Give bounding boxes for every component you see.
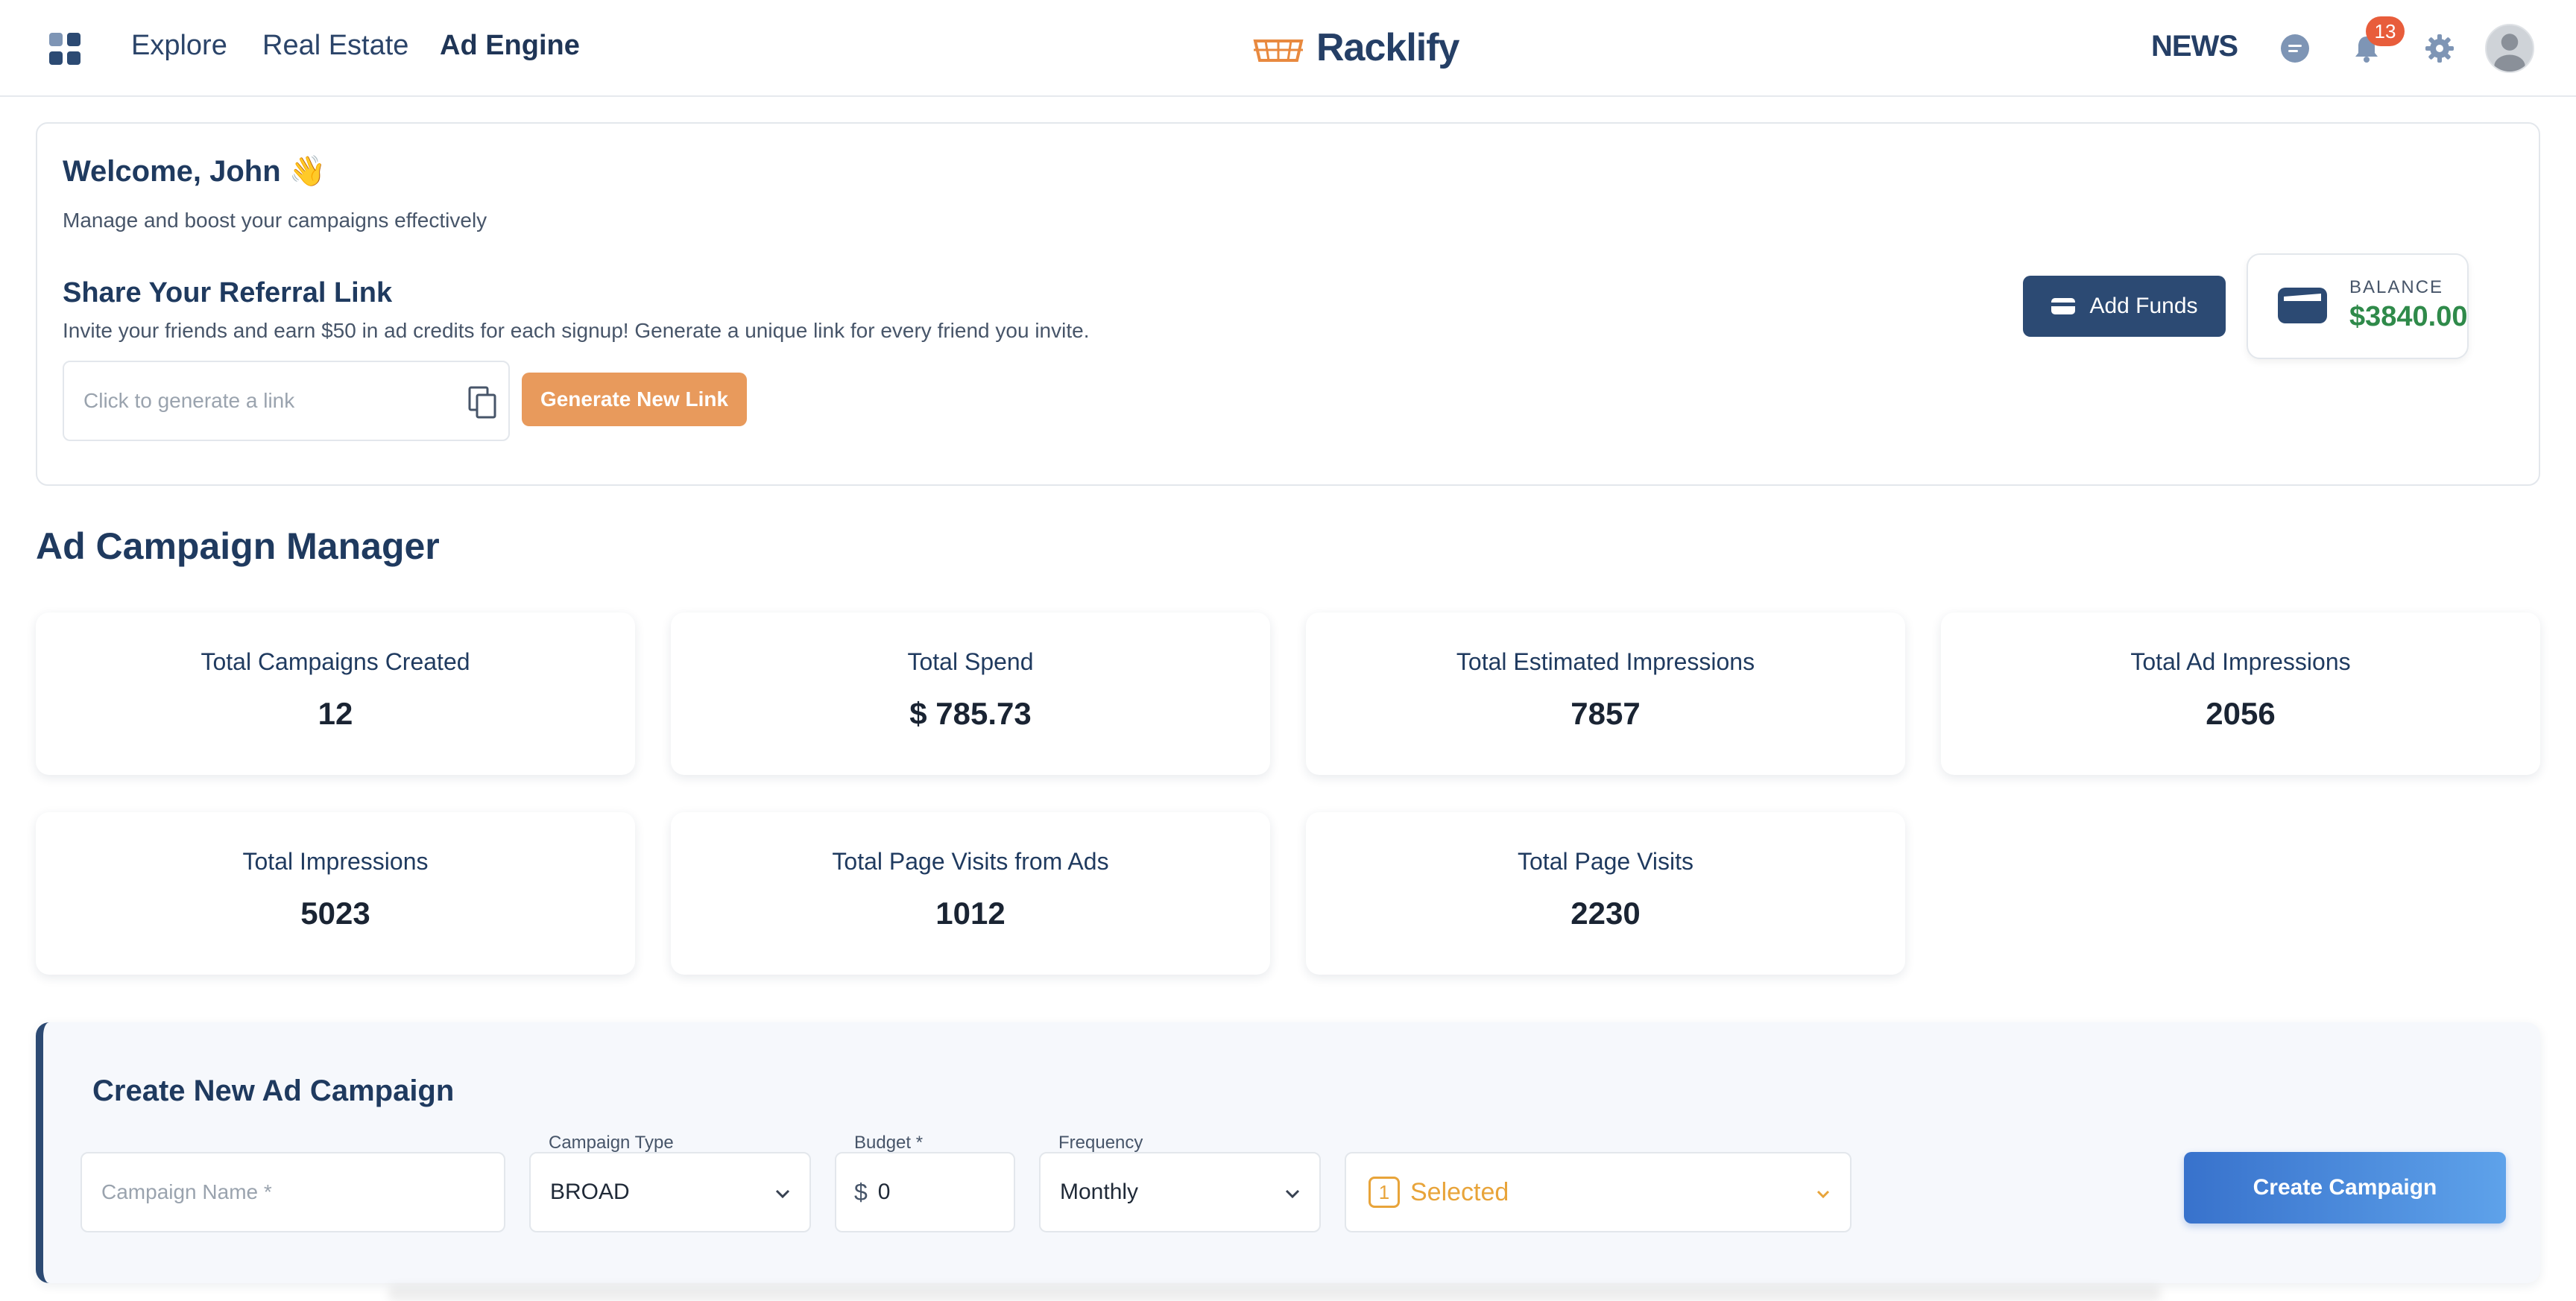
stat-card: Total Spend $ 785.73 <box>671 612 1270 775</box>
welcome-title: Welcome, John 👋 <box>63 155 326 188</box>
chevron-down-icon <box>1816 1190 1830 1199</box>
add-funds-label: Add Funds <box>2089 294 2198 318</box>
copy-icon[interactable] <box>467 384 499 420</box>
campaign-type-select[interactable]: Campaign Type BROAD <box>529 1133 811 1232</box>
stat-label: Total Campaigns Created <box>201 648 470 675</box>
apps-grid-icon[interactable] <box>49 33 80 66</box>
frequency-value: Monthly <box>1060 1180 1139 1204</box>
nav-link-real-estate[interactable]: Real Estate <box>262 30 408 62</box>
stat-label: Total Impressions <box>242 848 429 875</box>
wallet-icon <box>2051 298 2076 314</box>
chat-icon[interactable] <box>2279 33 2311 64</box>
nav-link-explore[interactable]: Explore <box>131 30 227 62</box>
balance-label: BALANCE <box>2349 277 2444 297</box>
campaign-type-value: BROAD <box>550 1180 630 1204</box>
stat-card: Total Estimated Impressions 7857 <box>1306 612 1905 775</box>
budget-input[interactable]: Budget * $ 0 <box>835 1133 1015 1232</box>
create-campaign-title: Create New Ad Campaign <box>92 1074 455 1107</box>
brand-name: Racklify <box>1316 26 1459 69</box>
campaign-name-placeholder: Campaign Name * <box>101 1180 272 1203</box>
selected-count-badge: 1 <box>1368 1177 1400 1208</box>
referral-link-input[interactable]: Click to generate a link <box>63 361 510 441</box>
chevron-down-icon <box>775 1189 790 1199</box>
dollar-icon: $ <box>854 1178 868 1206</box>
chevron-down-icon <box>1285 1189 1300 1199</box>
stat-value: 12 <box>318 696 353 731</box>
notification-badge: 13 <box>2366 16 2405 46</box>
stat-label: Total Page Visits from Ads <box>832 848 1109 875</box>
balance-value: $3840.00 <box>2349 301 2468 332</box>
frequency-label: Frequency <box>1058 1133 1143 1153</box>
stat-value: 7857 <box>1570 696 1641 731</box>
referral-title: Share Your Referral Link <box>63 277 393 308</box>
stat-card: Total Ad Impressions 2056 <box>1941 612 2540 775</box>
stat-value: $ 785.73 <box>909 696 1032 731</box>
stat-value: 5023 <box>300 896 370 931</box>
bottom-shadow <box>388 1286 2162 1301</box>
stat-card: Total Campaigns Created 12 <box>36 612 635 775</box>
stat-label: Total Spend <box>907 648 1034 675</box>
referral-link-placeholder: Click to generate a link <box>83 389 295 412</box>
create-campaign-card: Create New Ad Campaign Campaign Name * C… <box>36 1022 2540 1283</box>
stat-value: 2230 <box>1570 896 1641 931</box>
brand-logo[interactable]: Racklify <box>1252 25 1459 70</box>
balance-card: BALANCE $3840.00 <box>2247 253 2469 359</box>
budget-value: 0 <box>877 1180 891 1204</box>
section-title: Ad Campaign Manager <box>36 525 440 567</box>
frequency-select[interactable]: Frequency Monthly <box>1039 1133 1321 1232</box>
gear-icon[interactable] <box>2424 33 2455 64</box>
stat-value: 2056 <box>2206 696 2276 731</box>
budget-label: Budget * <box>854 1133 924 1153</box>
nav-link-ad-engine[interactable]: Ad Engine <box>440 30 580 62</box>
referral-description: Invite your friends and earn $50 in ad c… <box>63 319 1090 342</box>
campaign-name-input[interactable]: Campaign Name * <box>80 1152 505 1232</box>
avatar[interactable] <box>2485 24 2534 73</box>
top-navbar: Explore Real Estate Ad Engine Racklify N… <box>0 0 2576 97</box>
create-campaign-button[interactable]: Create Campaign <box>2184 1152 2506 1224</box>
campaign-type-label: Campaign Type <box>549 1133 674 1153</box>
stat-card: Total Impressions 5023 <box>36 812 635 975</box>
stat-label: Total Page Visits <box>1518 848 1693 875</box>
welcome-card: Welcome, John 👋 Manage and boost your ca… <box>36 122 2540 486</box>
stat-label: Total Ad Impressions <box>2130 648 2351 675</box>
generate-link-button[interactable]: Generate New Link <box>522 373 747 426</box>
welcome-subtitle: Manage and boost your campaigns effectiv… <box>63 209 487 232</box>
add-funds-button[interactable]: Add Funds <box>2023 276 2226 337</box>
stat-card: Total Page Visits from Ads 1012 <box>671 812 1270 975</box>
wallet-icon <box>2278 288 2327 323</box>
stat-card: Total Page Visits 2230 <box>1306 812 1905 975</box>
stat-label: Total Estimated Impressions <box>1456 648 1755 675</box>
stat-value: 1012 <box>935 896 1006 931</box>
multi-select-dropdown[interactable]: 1 Selected <box>1345 1152 1852 1232</box>
rack-logo-icon <box>1253 39 1304 62</box>
news-link[interactable]: NEWS <box>2151 30 2238 63</box>
selected-label: Selected <box>1410 1177 1509 1206</box>
